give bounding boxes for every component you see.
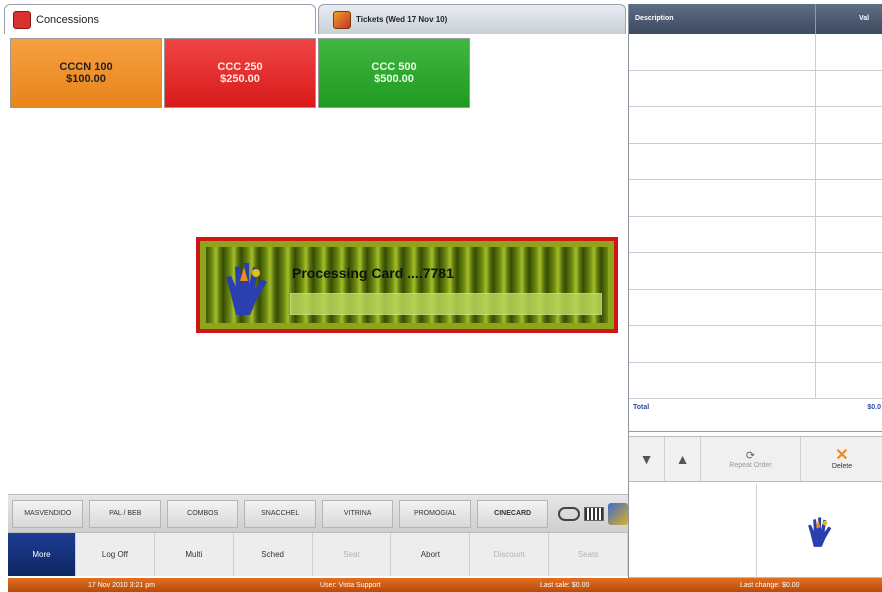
product-price: $100.00 — [66, 73, 106, 85]
category-cinecard[interactable]: CINECARD — [476, 499, 549, 528]
function-bar: More Log Off Multi Sched Seat Abort Disc… — [8, 532, 629, 576]
category-bar: MASVENDIDO PAL / BEB COMBOS SNACCHEL VIT… — [8, 494, 628, 532]
repeat-order-button[interactable]: ⟳ Repeat Order — [701, 437, 801, 481]
category-pal-beb[interactable]: PAL / BEB — [89, 499, 161, 528]
dialog-background: Processing Card ....7781 — [206, 247, 608, 323]
multi-button[interactable]: Multi — [155, 533, 234, 576]
product-button-ccc-500[interactable]: CCC 500 $500.00 — [318, 38, 470, 108]
category-combos[interactable]: COMBOS — [166, 499, 239, 528]
status-last-sale: Last sale: $0.00 — [540, 581, 590, 589]
abort-button[interactable]: Abort — [391, 533, 471, 576]
log-off-button[interactable]: Log Off — [76, 533, 155, 576]
order-row[interactable] — [629, 362, 882, 399]
hand-logo-icon — [226, 263, 267, 315]
order-row[interactable] — [629, 107, 882, 144]
concessions-icon — [13, 10, 31, 29]
scroll-down-button[interactable]: ▼ — [629, 437, 665, 481]
hand-logo-icon — [807, 516, 832, 547]
sched-button[interactable]: Sched — [234, 533, 313, 576]
category-masvendido[interactable]: MASVENDIDO — [12, 499, 84, 528]
3d-glasses-icon[interactable] — [558, 506, 581, 521]
tab-label: Concessions — [36, 13, 99, 26]
category-vitrina[interactable]: VITRINA — [321, 499, 394, 528]
tab-concessions[interactable]: Concessions — [4, 4, 316, 34]
column-value: Val — [859, 15, 870, 22]
order-grid-rows[interactable] — [629, 34, 882, 402]
tickets-icon — [333, 10, 351, 29]
product-name: CCC 250 — [217, 61, 263, 73]
processing-dialog: Processing Card ....7781 — [196, 237, 618, 333]
delete-button[interactable]: ✕ Delete — [801, 437, 882, 481]
total-value: $0.0 — [867, 404, 881, 411]
column-description: Description — [635, 15, 674, 22]
order-row[interactable] — [629, 216, 882, 253]
order-row[interactable] — [629, 326, 882, 363]
logo-slot-right — [757, 484, 882, 577]
more-button[interactable]: More — [8, 533, 76, 576]
category-snacchel[interactable]: SNACCHEL — [244, 499, 316, 528]
cube-icon[interactable] — [608, 502, 628, 525]
order-row[interactable] — [629, 70, 882, 107]
status-datetime: 17 Nov 2010 3:21 pm — [88, 581, 155, 589]
status-user: User: Vista Support — [320, 581, 381, 589]
pos-screen: Concessions Tickets (Wed 17 Nov 10) CCCN… — [0, 0, 882, 592]
order-row[interactable] — [629, 289, 882, 326]
scroll-up-button[interactable]: ▲ — [665, 437, 701, 481]
repeat-icon: ⟳ — [745, 449, 756, 462]
product-price: $500.00 — [374, 73, 414, 85]
logo-area — [629, 484, 882, 578]
product-button-ccc-250[interactable]: CCC 250 $250.00 — [164, 38, 316, 108]
product-name: CCC 500 — [371, 61, 417, 73]
discount-button[interactable]: Discount — [470, 533, 550, 576]
seat-button[interactable]: Seat — [313, 533, 392, 576]
delete-label: Delete — [831, 462, 853, 470]
status-bar: 17 Nov 2010 3:21 pm User: Vista Support … — [8, 578, 882, 592]
tab-label: Tickets (Wed 17 Nov 10) — [356, 15, 448, 24]
status-last-change: Last change: $0.00 — [740, 581, 800, 589]
order-row[interactable] — [629, 253, 882, 290]
order-row[interactable] — [629, 180, 882, 217]
total-label: Total — [633, 404, 650, 411]
chevron-down-icon: ▼ — [639, 451, 654, 467]
tab-bar: Concessions Tickets (Wed 17 Nov 10) — [0, 0, 628, 34]
order-controls: ▼ ▲ ⟳ Repeat Order ✕ Delete — [629, 436, 882, 482]
delete-icon: ✕ — [835, 446, 849, 464]
order-total: Total $0.0 — [629, 402, 882, 432]
order-row[interactable] — [629, 143, 882, 180]
progress-bar — [290, 293, 602, 315]
product-price: $250.00 — [220, 73, 260, 85]
logo-slot-left — [629, 484, 757, 577]
processing-message: Processing Card ....7781 — [292, 265, 454, 281]
product-button-cccn-100[interactable]: CCCN 100 $100.00 — [10, 38, 162, 108]
order-grid-header: Description Val — [629, 4, 882, 34]
product-name: CCCN 100 — [59, 61, 113, 73]
chevron-up-icon: ▲ — [675, 451, 690, 467]
barcode-icon[interactable] — [584, 506, 605, 521]
column-divider — [815, 4, 816, 34]
repeat-order-label: Repeat Order — [729, 461, 772, 469]
order-panel: Description Val Total $0.0 ▼ ▲ ⟳ Repeat … — [628, 4, 882, 578]
seats-button[interactable]: Seats — [549, 533, 629, 576]
tab-tickets[interactable]: Tickets (Wed 17 Nov 10) — [318, 4, 626, 34]
order-row[interactable] — [629, 34, 882, 71]
category-promogial[interactable]: PROMOGIAL — [399, 499, 471, 528]
